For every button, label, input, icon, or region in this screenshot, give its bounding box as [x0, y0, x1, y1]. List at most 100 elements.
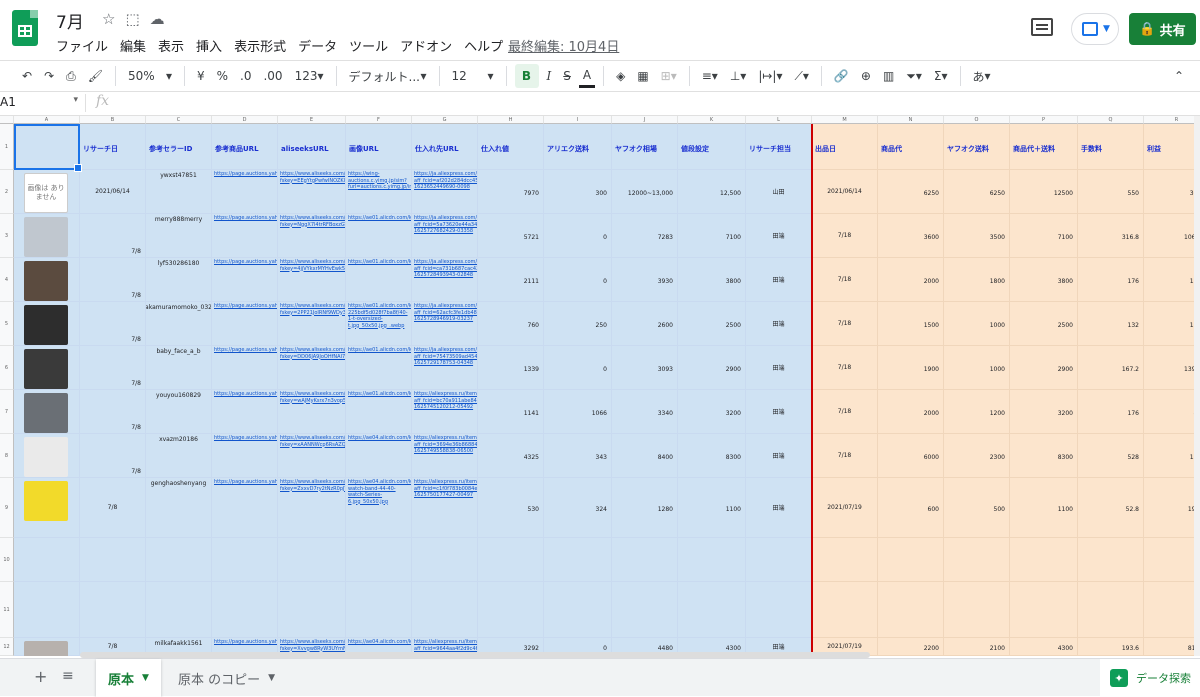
data-cell[interactable]: 167.2 — [1078, 346, 1144, 390]
data-cell[interactable]: 1100 — [678, 478, 746, 538]
empty-cell[interactable] — [1144, 582, 1200, 638]
data-cell[interactable]: 2300 — [944, 434, 1010, 478]
data-cell[interactable]: 8300 — [678, 434, 746, 478]
column-header[interactable]: O — [944, 116, 1010, 124]
merge-cells-icon[interactable]: ⊞▾ — [657, 64, 681, 88]
seller-cell[interactable]: nakamuramomoko_0325 — [146, 302, 212, 346]
empty-cell[interactable] — [1078, 582, 1144, 638]
data-cell[interactable]: 3200 — [1010, 390, 1078, 434]
row-header[interactable]: 8 — [0, 434, 14, 478]
percent-format-button[interactable]: % — [213, 64, 232, 88]
seller-cell[interactable]: baby_face_a_b — [146, 346, 212, 390]
data-cell[interactable]: 4300 — [1010, 638, 1078, 656]
research-date-cell[interactable]: 2021/06/14 — [80, 170, 146, 214]
data-cell[interactable]: 6250 — [944, 170, 1010, 214]
header-cell[interactable]: 画像URL — [346, 124, 412, 170]
vertical-scrollbar[interactable] — [1194, 116, 1200, 656]
data-cell[interactable]: 田端 — [746, 214, 812, 258]
data-cell[interactable]: 7970 — [478, 170, 544, 214]
empty-cell[interactable] — [412, 538, 478, 582]
url-cell[interactable]: https://ae01.alicdn.com/kf/H88770fd8f0d4… — [346, 346, 412, 390]
empty-cell[interactable] — [478, 582, 544, 638]
data-cell[interactable]: 3093 — [612, 346, 678, 390]
data-cell[interactable]: 3800 — [1010, 258, 1078, 302]
empty-cell[interactable] — [1144, 538, 1200, 582]
url-cell[interactable]: https://ae01.alicdn.com/kf/Hd4710c30fb44… — [346, 258, 412, 302]
print-icon[interactable]: ⎙ — [62, 64, 80, 88]
data-cell[interactable]: 193.6 — [1078, 638, 1144, 656]
menu-item[interactable]: 編集 — [120, 36, 152, 55]
product-thumbnail[interactable] — [24, 641, 68, 656]
header-cell[interactable]: 参考セラーID — [146, 124, 212, 170]
data-cell[interactable]: 7/18 — [812, 390, 878, 434]
empty-cell[interactable] — [612, 582, 678, 638]
data-cell[interactable]: 8300 — [1010, 434, 1078, 478]
url-cell[interactable]: https://page.auctions.yahoo.co.jp/jp/auc… — [212, 302, 278, 346]
url-cell[interactable]: https://page.auctions.yahoo.co.jp/jp/auc… — [212, 478, 278, 538]
product-thumbnail[interactable] — [24, 261, 68, 301]
research-date-cell[interactable]: 7/8 — [80, 258, 146, 302]
data-cell[interactable]: 250 — [544, 302, 612, 346]
empty-cell[interactable] — [278, 538, 346, 582]
empty-cell[interactable] — [878, 538, 944, 582]
research-date-cell[interactable]: 7/8 — [80, 302, 146, 346]
row-header[interactable]: 3 — [0, 214, 14, 258]
data-cell[interactable]: 7283 — [612, 214, 678, 258]
functions-icon[interactable]: Σ▾ — [930, 64, 952, 88]
url-cell[interactable]: https://aliexpress.ru/item/1005002035007… — [412, 390, 478, 434]
data-cell[interactable]: 0 — [544, 258, 612, 302]
data-cell[interactable]: 550 — [1078, 170, 1144, 214]
add-sheet-icon[interactable]: + — [34, 667, 47, 686]
data-cell[interactable]: 1141 — [478, 390, 544, 434]
data-cell[interactable]: 528 — [1078, 434, 1144, 478]
empty-cell[interactable] — [80, 582, 146, 638]
data-cell[interactable]: 1100 — [1010, 478, 1078, 538]
undo-icon[interactable]: ↶ — [18, 64, 36, 88]
row-header[interactable]: 12 — [0, 638, 14, 656]
column-header[interactable]: J — [612, 116, 678, 124]
empty-cell[interactable] — [80, 538, 146, 582]
url-cell[interactable]: https://ja.aliexpress.com/item/100500233… — [412, 302, 478, 346]
url-cell[interactable]: https://page.auctions.yahoo.co.jp/jp/auc… — [212, 214, 278, 258]
product-thumbnail[interactable] — [24, 217, 68, 257]
row-header[interactable]: 5 — [0, 302, 14, 346]
data-cell[interactable]: 田端 — [746, 434, 812, 478]
url-cell[interactable]: https://www.aliseeks.com/search/image?fs… — [278, 170, 346, 214]
research-date-cell[interactable]: 7/8 — [80, 478, 146, 538]
row-header[interactable]: 6 — [0, 346, 14, 390]
font-size-select[interactable]: 12 ▾ — [448, 64, 498, 88]
data-cell[interactable]: 2900 — [678, 346, 746, 390]
data-cell[interactable]: 6250 — [878, 170, 944, 214]
data-cell[interactable]: 7/18 — [812, 302, 878, 346]
data-cell[interactable]: 1280 — [612, 478, 678, 538]
cloud-status-icon[interactable]: ☁ — [150, 10, 165, 28]
column-header[interactable]: L — [746, 116, 812, 124]
header-cell[interactable]: aliseeksURL — [278, 124, 346, 170]
data-cell[interactable]: 1066 — [544, 390, 612, 434]
data-cell[interactable]: 12,500 — [678, 170, 746, 214]
data-cell[interactable]: 1800 — [944, 258, 1010, 302]
header-cell[interactable]: 参考商品URL — [212, 124, 278, 170]
research-date-cell[interactable]: 7/8 — [80, 214, 146, 258]
data-cell[interactable]: 176 — [1078, 390, 1144, 434]
column-header[interactable]: E — [278, 116, 346, 124]
row-header[interactable]: 2 — [0, 170, 14, 214]
data-cell[interactable]: 1304 — [1144, 434, 1200, 478]
seller-cell[interactable]: ywxst47851 — [146, 170, 212, 214]
seller-cell[interactable]: youyou160829 — [146, 390, 212, 434]
url-cell[interactable]: https://page.auctions.yahoo.co.jp/jp/auc… — [212, 258, 278, 302]
data-cell[interactable]: 300 — [544, 170, 612, 214]
data-cell[interactable]: 3680 — [1144, 170, 1200, 214]
data-cell[interactable]: 5721 — [478, 214, 544, 258]
empty-cell[interactable] — [944, 582, 1010, 638]
data-cell[interactable]: 田端 — [746, 302, 812, 346]
sheets-logo-icon[interactable] — [12, 10, 38, 46]
product-thumbnail[interactable] — [24, 349, 68, 389]
url-cell[interactable]: https://ae01.alicdn.com/kf/H43386551c06b… — [346, 302, 412, 346]
sheet-tab-copy[interactable]: 原本 のコピー ▼ — [166, 659, 287, 697]
data-cell[interactable]: 6000 — [878, 434, 944, 478]
text-color-icon[interactable]: A — [578, 64, 596, 88]
vertical-align-icon[interactable]: ⊥▾ — [726, 64, 750, 88]
header-cell[interactable]: 商品代＋送料 — [1010, 124, 1078, 170]
url-cell[interactable]: https://ja.aliexpress.com/item/100500251… — [412, 258, 478, 302]
